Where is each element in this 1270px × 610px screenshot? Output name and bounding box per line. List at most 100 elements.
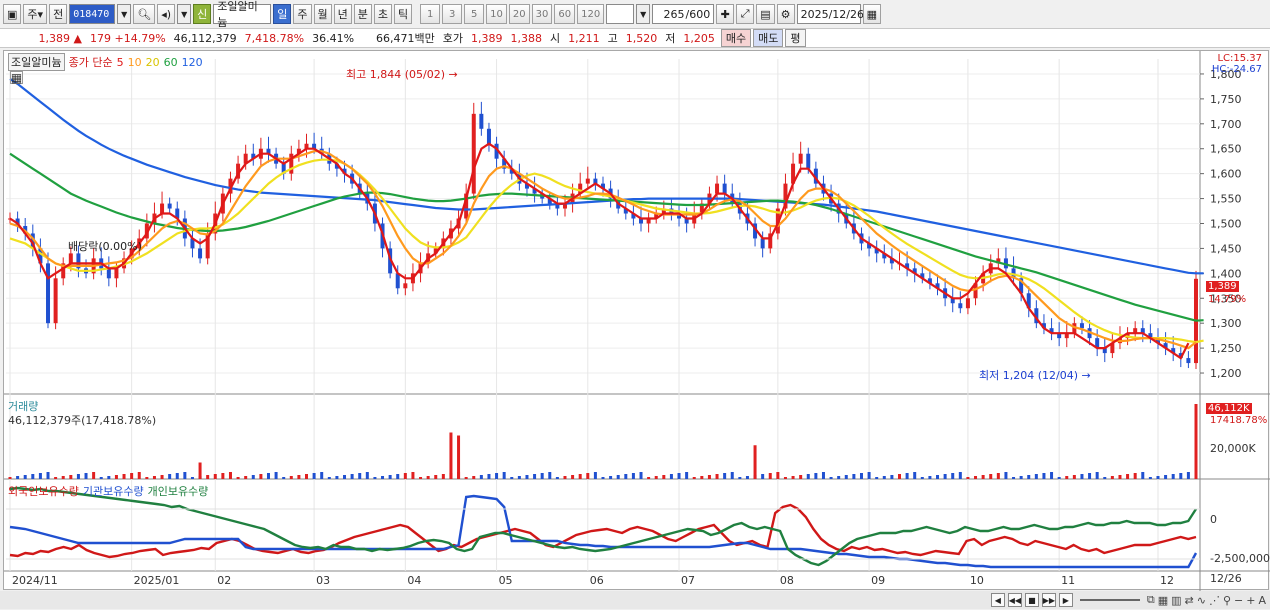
volume-bar [890,475,894,479]
period-option-select[interactable]: 주 ▾ [23,4,48,24]
zoom-slider[interactable] [1079,599,1140,601]
speaker-dropdown-icon[interactable]: ▼ [177,4,192,24]
stop-button[interactable]: ■ [1024,593,1039,607]
change-rate-value: +14.79% [114,31,166,45]
volume-bar [639,472,643,479]
volume-bar [305,474,308,479]
font-size-icon[interactable]: A [1258,594,1266,607]
volume-bar [228,472,232,479]
current-rate-tag: 14.79% [1208,294,1247,305]
pattern-icon[interactable]: ⋰ [1209,594,1220,607]
volume-bar [677,473,681,479]
change-value: 179 [90,31,111,45]
tab-minute[interactable]: 분 [353,4,372,24]
candle-body [106,268,111,279]
buy-button[interactable]: 매수 [720,29,752,47]
magnifier-icon[interactable]: ⚲ [1223,594,1231,607]
chart-area[interactable]: 1,800 1,750 1,700 1,650 1,600 1,550 1,500 1,450… [3,50,1270,591]
stock-name-box[interactable]: 조일알미늄 [8,53,65,71]
interval-20[interactable]: 20 [508,4,530,24]
play-back-button[interactable]: ◀◀ [1007,593,1022,607]
candle-body [46,263,51,324]
volume-bar [806,474,810,479]
interval-3[interactable]: 3 [442,4,463,24]
bar-count-value: 265 [663,7,685,21]
sell-button[interactable]: 매도 [753,29,784,47]
tab-yearly[interactable]: 년 [333,4,352,24]
candle-body [198,248,203,259]
indicator-icon[interactable]: ∿ [1197,594,1206,607]
speaker-icon[interactable]: ◂) [157,4,176,24]
custom-interval-input[interactable] [606,4,635,24]
volume-bar [183,472,187,479]
volume-bar [411,472,415,479]
gear-icon[interactable]: ⚙ [776,4,795,24]
volume-bar [69,475,73,479]
volume-bar [859,473,863,479]
volume-bar [867,472,871,479]
volume-bar [1004,472,1008,479]
x-tick-label: 04 [407,574,421,587]
volume-bar [1088,473,1092,479]
date-input[interactable]: 2025/12/26 [796,4,864,24]
price-tick-label: 1,600 [1210,168,1242,181]
volume-bar [221,473,225,479]
interval-dropdown-icon[interactable]: ▼ [636,4,651,24]
volume-bar [966,477,970,479]
volume-bar [1095,472,1099,479]
grid-icon[interactable]: ▦ [1158,594,1168,607]
price-tick-label: 1,650 [1210,143,1242,156]
holding-legend: 외국인보유수량 기관보유수량 개인보유수량 [8,483,208,499]
volume-bar [692,477,696,479]
x-tick-label: 10 [970,574,984,587]
compare-icon[interactable]: ⇄ [1185,594,1194,607]
crosshair-icon[interactable]: ✚ [716,4,735,24]
minus-icon[interactable]: − [1234,594,1243,607]
stock-code-input[interactable]: 018470 [69,4,116,24]
grid-toggle-icon[interactable]: ▦ [10,71,23,85]
eval-button[interactable]: 평 [785,29,806,47]
interval-30[interactable]: 30 [531,4,553,24]
tab-tick[interactable]: 틱 [394,4,413,24]
tab-monthly[interactable]: 월 [313,4,332,24]
volume-bar [1133,473,1137,479]
volume-bar [434,475,438,479]
save-icon[interactable]: ▤ [756,4,775,24]
plus-icon[interactable]: + [1246,594,1255,607]
prev-button[interactable]: 전 [49,4,68,24]
volume-y-tick: 20,000K [1210,442,1256,455]
volume-bar [631,473,635,479]
window-menu-icon[interactable]: ▣ [3,4,22,24]
scroll-left-button[interactable]: ◀ [990,593,1005,607]
tab-second[interactable]: 초 [373,4,393,24]
volume-bar [99,477,103,479]
volume-bar [928,476,932,479]
x-tick-label: 03 [316,574,330,587]
volume-bar [76,474,80,479]
volume-bar [1080,474,1084,479]
interval-120[interactable]: 120 [577,4,605,24]
draw-tool-icon[interactable]: ⤢ [736,4,755,24]
price-tick-label: 1,250 [1210,342,1242,355]
calendar-icon[interactable]: ▦ [862,4,881,24]
volume-bar [761,474,765,479]
play-forward-button[interactable]: ▶▶ [1041,593,1056,607]
interval-1[interactable]: 1 [420,4,441,24]
tab-weekly[interactable]: 주 [293,4,312,24]
code-dropdown-icon[interactable]: ▼ [117,4,132,24]
interval-60[interactable]: 60 [554,4,576,24]
layout-icon[interactable]: ⧉ [1147,593,1155,607]
chart-type-icon[interactable]: ▥ [1171,594,1181,607]
volume-bar [1179,473,1183,479]
low-annotation: 최저 1,204 (12/04) → [979,369,1091,382]
interval-5[interactable]: 5 [464,4,485,24]
tab-daily[interactable]: 일 [273,4,292,24]
search-icon[interactable]: 🔍︎ [133,4,156,24]
volume-bar [343,475,347,479]
interval-10[interactable]: 10 [486,4,507,24]
scroll-right-button[interactable]: ▶ [1058,593,1073,607]
volume-bar [266,473,270,479]
bar-count-input[interactable]: 265/600 [652,4,715,24]
legend-ma5: 5 [116,55,124,69]
volume-bar [130,473,134,479]
